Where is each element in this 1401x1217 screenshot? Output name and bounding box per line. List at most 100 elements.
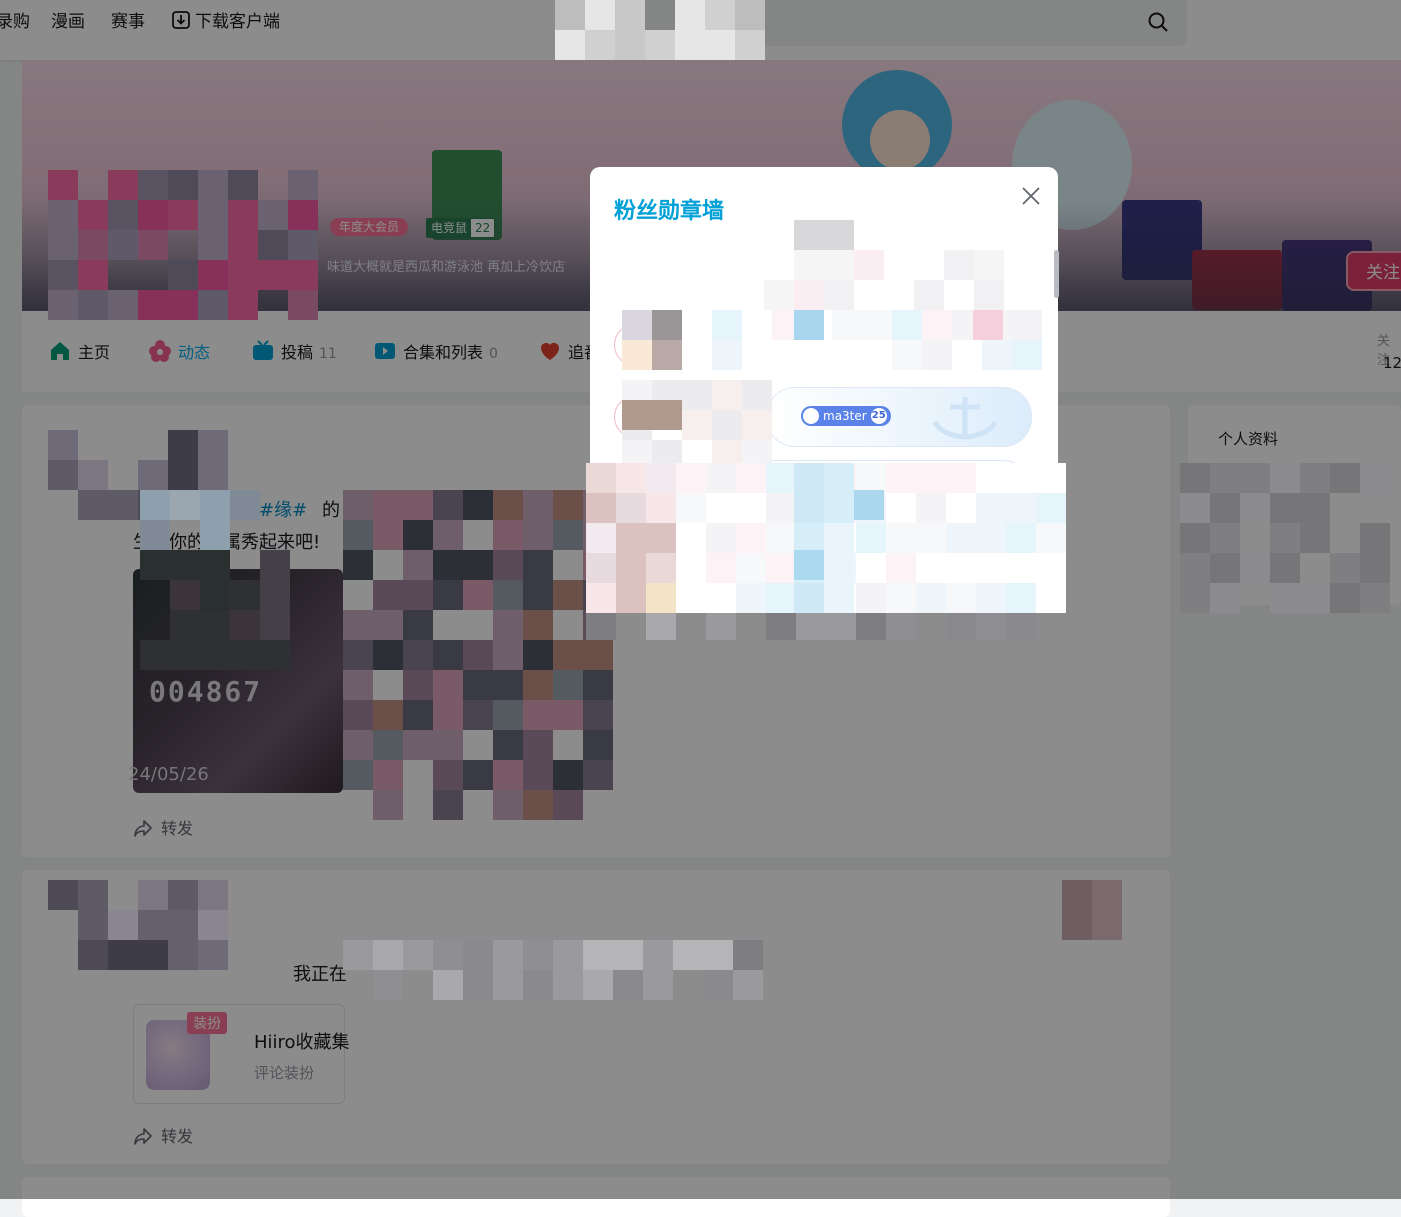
redaction-pixel — [168, 170, 198, 200]
redaction-pixel — [766, 610, 796, 640]
redaction-pixel — [403, 580, 433, 610]
redaction-pixel — [403, 610, 433, 640]
redaction-pixel — [583, 970, 613, 1000]
redaction-pixel — [583, 940, 613, 970]
redaction-pixel — [794, 493, 824, 523]
redaction-pixel — [1270, 523, 1300, 553]
medal-badge: ma3ter 25 — [801, 406, 891, 426]
redaction-pixel — [886, 523, 916, 553]
redaction-pixel — [616, 553, 646, 583]
redaction-pixel — [228, 290, 258, 320]
redaction-pixel — [168, 290, 198, 320]
redaction-pixel — [585, 30, 615, 60]
redaction-pixel — [48, 430, 78, 460]
redaction-pixel — [1240, 493, 1270, 523]
redaction-pixel — [583, 700, 613, 730]
redaction-pixel — [198, 290, 228, 320]
redaction-pixel — [974, 280, 1004, 310]
redaction-pixel — [493, 580, 523, 610]
redaction-pixel — [433, 940, 463, 970]
modal-scrollbar[interactable] — [1054, 250, 1059, 298]
redaction-pixel — [433, 760, 463, 790]
redaction-pixel — [1062, 880, 1092, 910]
redaction-pixel — [794, 523, 824, 553]
redaction-pixel — [766, 553, 796, 583]
redaction-pixel — [854, 250, 884, 280]
redaction-pixel — [433, 490, 463, 520]
redaction-pixel — [706, 583, 736, 613]
redaction-pixel — [736, 463, 766, 493]
redaction-pixel — [288, 290, 318, 320]
redaction-pixel — [108, 290, 138, 320]
redaction-pixel — [1012, 340, 1042, 370]
redaction-pixel — [643, 970, 673, 1000]
redaction-pixel — [373, 730, 403, 760]
redaction-pixel — [645, 30, 675, 60]
redaction-pixel — [944, 280, 974, 310]
redaction-pixel — [260, 640, 290, 670]
redaction-pixel — [493, 610, 523, 640]
redaction-pixel — [832, 310, 862, 340]
redaction-pixel — [228, 230, 258, 260]
redaction-pixel — [553, 640, 583, 670]
redaction-pixel — [1006, 583, 1036, 613]
redaction-pixel — [78, 910, 108, 940]
redaction-pixel — [373, 580, 403, 610]
redaction-pixel — [1092, 880, 1122, 910]
redaction-pixel — [976, 553, 1006, 583]
redaction-pixel — [78, 290, 108, 320]
redaction-pixel — [1270, 583, 1300, 613]
redaction-pixel — [1036, 493, 1066, 523]
redaction-pixel — [170, 490, 200, 520]
redaction-pixel — [856, 523, 886, 553]
redaction-pixel — [615, 30, 645, 60]
redaction-pixel — [463, 640, 493, 670]
redaction-pixel — [523, 520, 553, 550]
redaction-pixel — [373, 790, 403, 820]
redaction-pixel — [1270, 553, 1300, 583]
redaction-pixel — [523, 970, 553, 1000]
redaction-pixel — [198, 940, 228, 970]
redaction-pixel — [742, 340, 772, 370]
redaction-pixel — [343, 760, 373, 790]
redaction-pixel — [48, 170, 78, 200]
redaction-pixel — [1300, 523, 1330, 553]
redaction-pixel — [168, 880, 198, 910]
redaction-pixel — [78, 490, 108, 520]
redaction-pixel — [682, 410, 712, 440]
redaction-pixel — [1062, 910, 1092, 940]
redaction-pixel — [200, 490, 230, 520]
redaction-pixel — [826, 610, 856, 640]
close-icon[interactable] — [1020, 185, 1042, 207]
redaction-pixel — [200, 610, 230, 640]
redaction-pixel — [138, 940, 168, 970]
redaction-pixel — [403, 550, 433, 580]
redaction-pixel — [1036, 523, 1066, 553]
anchor-icon — [803, 408, 819, 424]
redaction-pixel — [916, 493, 946, 523]
redaction-pixel — [886, 493, 916, 523]
redaction-pixel — [170, 580, 200, 610]
redaction-pixel — [976, 583, 1006, 613]
redaction-pixel — [794, 220, 824, 250]
redaction-pixel — [553, 700, 583, 730]
redaction-pixel — [946, 610, 976, 640]
redaction-pixel — [622, 310, 652, 340]
redaction-pixel — [553, 670, 583, 700]
redaction-pixel — [856, 553, 886, 583]
redaction-pixel — [646, 523, 676, 553]
redaction-pixel — [403, 700, 433, 730]
redaction-pixel — [742, 310, 772, 340]
redaction-pixel — [944, 250, 974, 280]
redaction-pixel — [555, 30, 585, 60]
redaction-pixel — [733, 940, 763, 970]
redaction-pixel — [946, 523, 976, 553]
redaction-pixel — [78, 940, 108, 970]
redaction-pixel — [140, 520, 170, 550]
redaction-pixel — [916, 583, 946, 613]
redaction-pixel — [1180, 583, 1210, 613]
redaction-pixel — [586, 553, 616, 583]
redaction-pixel — [922, 310, 952, 340]
redaction-pixel — [712, 380, 742, 410]
redaction-pixel — [258, 200, 288, 230]
